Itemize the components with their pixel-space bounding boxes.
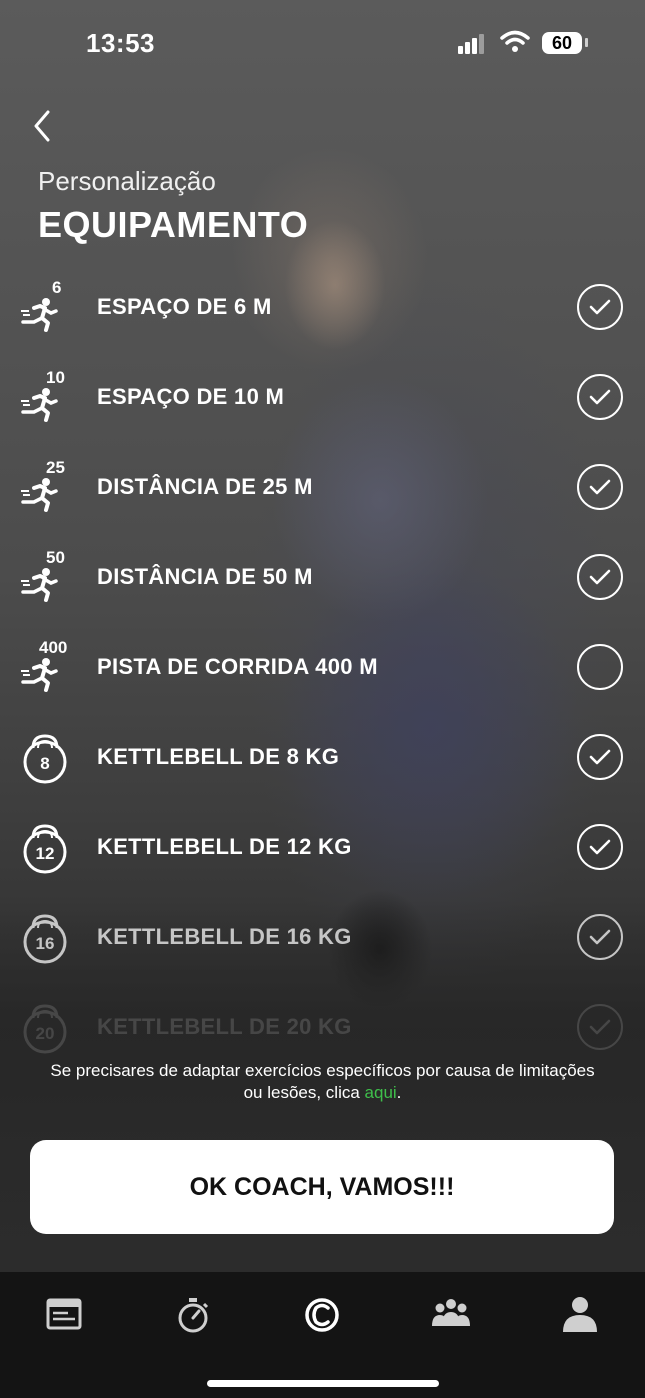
- equipment-row[interactable]: 50 DISTÂNCIA DE 50 M: [0, 532, 645, 622]
- battery-cap: [585, 38, 588, 47]
- checked-circle[interactable]: [577, 824, 623, 870]
- distance-badge: 6: [52, 278, 62, 297]
- kettlebell-icon: 8: [18, 728, 80, 784]
- equipment-label: ESPAÇO DE 10 M: [97, 384, 285, 409]
- checked-circle[interactable]: [577, 374, 623, 420]
- equipment-label: PISTA DE CORRIDA 400 M: [97, 654, 378, 679]
- equipment-label: KETTLEBELL DE 12 KG: [97, 834, 352, 859]
- page-subtitle: Personalização: [38, 166, 216, 196]
- runner-icon: 25: [18, 458, 80, 514]
- checkmark-icon: [589, 1019, 611, 1035]
- community-icon[interactable]: [421, 1292, 481, 1338]
- home-indicator: [207, 1380, 439, 1387]
- equipment-label: ESPAÇO DE 6 M: [97, 294, 272, 319]
- checkmark-icon: [589, 749, 611, 765]
- runner-icon: 6: [18, 278, 80, 334]
- checkmark-icon: [589, 569, 611, 585]
- battery-icon: 60: [542, 32, 582, 54]
- equipment-row[interactable]: 12 KETTLEBELL DE 12 KG: [0, 802, 645, 892]
- adaptation-notice: Se precisares de adaptar exercícios espe…: [40, 1060, 605, 1104]
- checked-circle[interactable]: [577, 554, 623, 600]
- ok-coach-button[interactable]: OK COACH, VAMOS!!!: [30, 1140, 614, 1234]
- weight-badge: 12: [36, 844, 55, 863]
- equipment-row[interactable]: 6 ESPAÇO DE 6 M: [0, 262, 645, 352]
- equipment-row[interactable]: 16 KETTLEBELL DE 16 KG: [0, 892, 645, 982]
- runner-icon: 10: [18, 368, 80, 424]
- checked-circle[interactable]: [577, 914, 623, 960]
- weight-badge: 16: [36, 934, 55, 953]
- distance-badge: 10: [46, 368, 65, 387]
- weight-badge: 8: [40, 754, 49, 773]
- weight-badge: 20: [36, 1024, 55, 1043]
- equipment-row[interactable]: 25 DISTÂNCIA DE 25 M: [0, 442, 645, 532]
- kettlebell-icon: 12: [18, 818, 80, 874]
- equipment-row[interactable]: 8 KETTLEBELL DE 8 KG: [0, 712, 645, 802]
- equipment-label: KETTLEBELL DE 8 KG: [97, 744, 340, 769]
- distance-badge: 400: [39, 638, 68, 657]
- status-bar: 13:53 60: [0, 0, 645, 88]
- distance-badge: 50: [46, 548, 65, 567]
- runner-icon: 50: [18, 548, 80, 604]
- equipment-label: DISTÂNCIA DE 50 M: [97, 564, 313, 589]
- coach-logo-icon[interactable]: [292, 1292, 352, 1338]
- equipment-row[interactable]: 20 KETTLEBELL DE 20 KG: [0, 982, 645, 1072]
- equipment-label: KETTLEBELL DE 20 KG: [97, 1014, 352, 1039]
- equipment-label: KETTLEBELL DE 16 KG: [97, 924, 352, 949]
- equipment-label: DISTÂNCIA DE 25 M: [97, 474, 313, 499]
- checked-circle[interactable]: [577, 1004, 623, 1050]
- kettlebell-icon: 16: [18, 908, 80, 964]
- news-icon[interactable]: [34, 1292, 94, 1338]
- checkmark-icon: [589, 839, 611, 855]
- notice-text: Se precisares de adaptar exercícios espe…: [50, 1061, 595, 1102]
- signal-icon: [458, 34, 486, 54]
- stopwatch-icon[interactable]: [163, 1292, 223, 1338]
- checkmark-icon: [589, 929, 611, 945]
- checked-circle[interactable]: [577, 284, 623, 330]
- back-button[interactable]: [26, 106, 62, 146]
- page-title: EQUIPAMENTO: [38, 204, 309, 245]
- profile-icon[interactable]: [550, 1292, 610, 1338]
- checkmark-icon: [589, 479, 611, 495]
- notice-link[interactable]: aqui: [365, 1083, 397, 1102]
- checked-circle[interactable]: [577, 464, 623, 510]
- notice-end: .: [396, 1083, 402, 1102]
- equipment-row[interactable]: 400 PISTA DE CORRIDA 400 M: [0, 622, 645, 712]
- checked-circle[interactable]: [577, 734, 623, 780]
- checkmark-icon: [589, 389, 611, 405]
- unchecked-circle[interactable]: [577, 644, 623, 690]
- kettlebell-icon: 20: [18, 998, 80, 1054]
- equipment-row[interactable]: 10 ESPAÇO DE 10 M: [0, 352, 645, 442]
- distance-badge: 25: [46, 458, 65, 477]
- checkmark-icon: [589, 299, 611, 315]
- runner-icon: 400: [18, 638, 80, 694]
- status-time: 13:53: [86, 28, 155, 58]
- wifi-icon: [500, 30, 530, 52]
